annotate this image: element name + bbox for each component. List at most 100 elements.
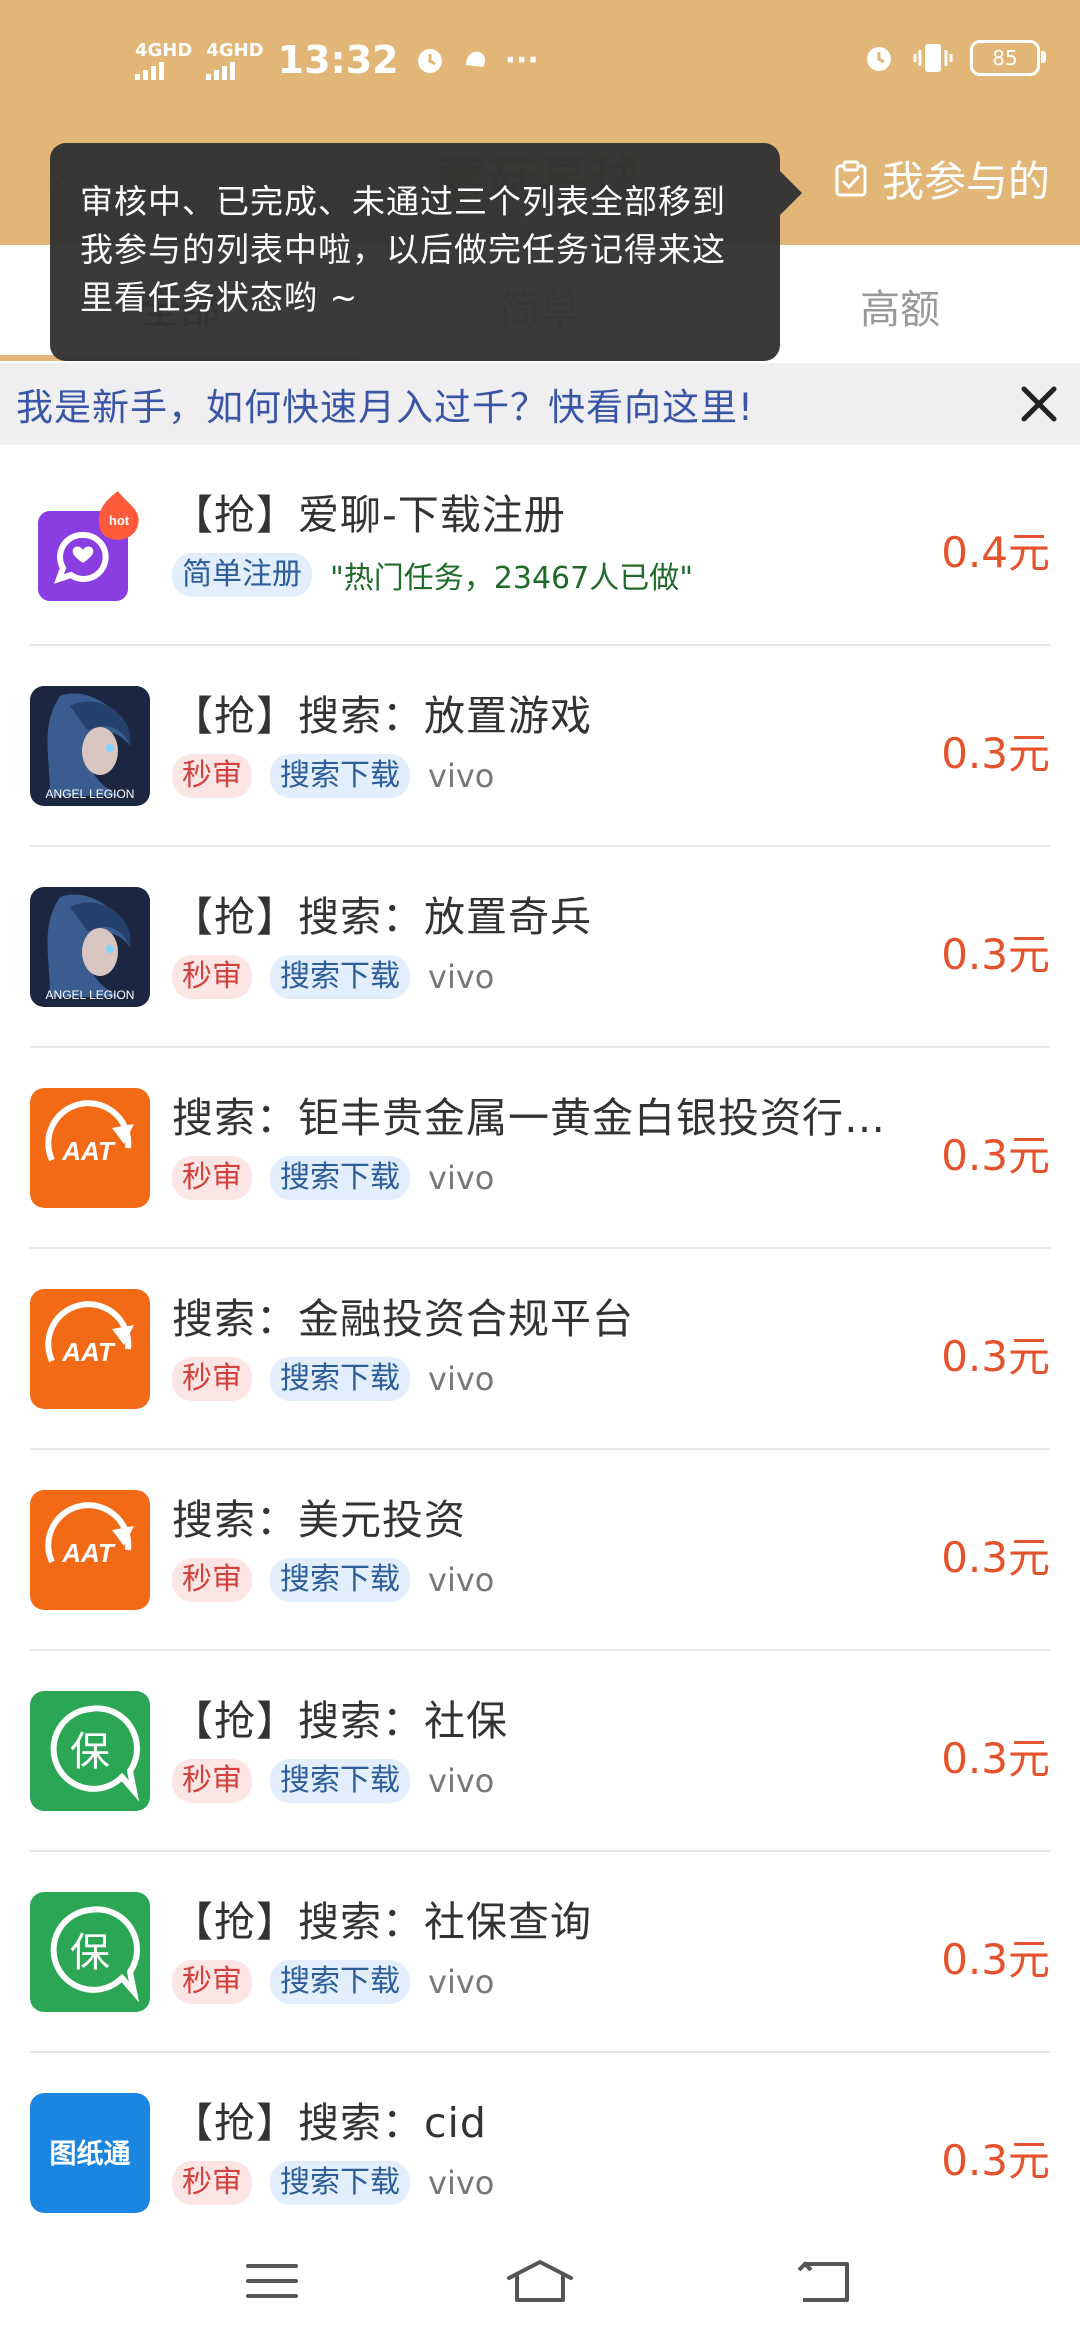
tag-search-download: 搜索下载 — [270, 1357, 410, 1401]
status-bar: 4GHD 4GHD 13:32 ··· 85 — [0, 0, 1080, 120]
icon-brand-text: AAT — [61, 1538, 116, 1568]
task-price: 0.3元 — [941, 1533, 1050, 1582]
icon-brand-text: AAT — [61, 1337, 116, 1367]
system-nav-bar — [0, 2220, 1080, 2340]
my-participation-button[interactable]: 我参与的 — [832, 148, 1050, 209]
tag-instant-review: 秒审 — [172, 754, 252, 798]
tag-search-download: 搜索下载 — [270, 1960, 410, 2004]
chat-app-icon: hot — [30, 485, 150, 605]
alarm-icon — [867, 47, 891, 71]
tag-instant-review: 秒审 — [172, 1357, 252, 1401]
tag-search-download: 搜索下载 — [270, 955, 410, 999]
task-title: 【抢】搜索：放置奇兵 — [172, 893, 592, 941]
task-tags: 秒审 搜索下载 vivo — [172, 1156, 494, 1200]
tag-instant-review: 秒审 — [172, 1960, 252, 2004]
task-item[interactable]: hot 【抢】爱聊-下载注册 简单注册 "热门任务，23467人已做" 0.4元 — [30, 445, 1050, 646]
task-title: 搜索：钜丰贵金属一黄金白银投资行… — [172, 1094, 886, 1142]
tooltip: 审核中、已完成、未通过三个列表全部移到我参与的列表中啦，以后做完任务记得来这里看… — [50, 143, 802, 361]
task-item[interactable]: AAT 搜索：金融投资合规平台 秒审 搜索下载 vivo 0.3元 — [30, 1249, 1050, 1450]
task-item[interactable]: AAT 搜索：钜丰贵金属一黄金白银投资行… 秒审 搜索下载 vivo 0.3元 — [30, 1048, 1050, 1249]
alarm-icon — [417, 49, 442, 73]
tag-search-download: 搜索下载 — [270, 754, 410, 798]
task-item[interactable]: 保 【抢】搜索：社保查询 秒审 搜索下载 vivo 0.3元 — [30, 1852, 1050, 2053]
tag-platform: vivo — [428, 2164, 495, 2202]
aat-icon: AAT — [30, 1289, 150, 1409]
task-price: 0.3元 — [941, 1131, 1050, 1180]
task-price: 0.3元 — [941, 1332, 1050, 1381]
vibrate-icon — [913, 44, 953, 72]
task-title: 【抢】爱聊-下载注册 — [172, 491, 566, 539]
task-item[interactable]: 保 【抢】搜索：社保 秒审 搜索下载 vivo 0.3元 — [30, 1651, 1050, 1852]
tag-search-download: 搜索下载 — [270, 1558, 410, 1602]
status-left: 4GHD 4GHD 13:32 ··· — [135, 38, 539, 82]
tag-search-download: 搜索下载 — [270, 1759, 410, 1803]
tag-instant-review: 秒审 — [172, 1156, 252, 1200]
icon-brand-text: 保 — [70, 1930, 110, 1976]
tag-instant-review: 秒审 — [172, 1759, 252, 1803]
task-title: 【抢】搜索：社保 — [172, 1697, 508, 1745]
aat-icon: AAT — [30, 1490, 150, 1610]
newbie-banner[interactable]: 我是新手，如何快速月入过千？快看向这里! — [0, 363, 1080, 445]
task-item[interactable]: ANGEL LEGION 【抢】搜索：放置奇兵 秒审 搜索下载 vivo 0.3… — [30, 847, 1050, 1048]
notification-icon — [465, 51, 485, 67]
tag-search-download: 搜索下载 — [270, 1156, 410, 1200]
task-tags: 秒审 搜索下载 vivo — [172, 2161, 494, 2205]
task-price: 0.3元 — [941, 1935, 1050, 1984]
tag-platform: vivo — [428, 1360, 495, 1398]
hot-badge: hot — [109, 513, 130, 528]
task-title: 搜索：金融投资合规平台 — [172, 1295, 634, 1343]
task-list: hot 【抢】爱聊-下载注册 简单注册 "热门任务，23467人已做" 0.4元… — [0, 445, 1080, 2252]
menu-icon[interactable] — [242, 2256, 302, 2306]
shebao-icon: 保 — [30, 1691, 150, 1811]
task-price: 0.3元 — [941, 1734, 1050, 1783]
banner-text[interactable]: 我是新手，如何快速月入过千？快看向这里! — [16, 377, 754, 431]
tag-platform: vivo — [428, 1561, 495, 1599]
signal-label: 4GHD — [135, 40, 193, 61]
tag-platform: vivo — [428, 757, 495, 795]
angel-legion-icon: ANGEL LEGION — [30, 887, 150, 1007]
task-title: 【抢】搜索：放置游戏 — [172, 692, 592, 740]
tag-platform: vivo — [428, 1762, 495, 1800]
icon-brand-text: ANGEL LEGION — [46, 787, 135, 801]
task-price: 0.3元 — [941, 729, 1050, 778]
task-title: 【抢】搜索：社保查询 — [172, 1898, 592, 1946]
signal-label: 4GHD — [206, 40, 264, 61]
task-price: 0.3元 — [941, 930, 1050, 979]
tag-platform: vivo — [428, 1963, 495, 2001]
more-icon: ··· — [504, 42, 539, 78]
task-tags: 简单注册 "热门任务，23467人已做" — [172, 553, 693, 597]
tag-platform: vivo — [428, 1159, 495, 1197]
task-popularity: "热门任务，23467人已做" — [330, 561, 694, 596]
battery-icon: 85 — [970, 40, 1046, 76]
back-nav-icon[interactable] — [795, 2256, 855, 2306]
task-tags: 秒审 搜索下载 vivo — [172, 1759, 494, 1803]
tooltip-text: 审核中、已完成、未通过三个列表全部移到我参与的列表中啦，以后做完任务记得来这里看… — [80, 182, 726, 317]
battery-level: 85 — [992, 46, 1018, 70]
close-icon[interactable] — [1016, 381, 1062, 427]
tag-simple-register: 简单注册 — [172, 553, 312, 597]
task-price: 0.4元 — [941, 528, 1050, 577]
task-item[interactable]: ANGEL LEGION 【抢】搜索：放置游戏 秒审 搜索下载 vivo 0.3… — [30, 646, 1050, 847]
angel-legion-icon: ANGEL LEGION — [30, 686, 150, 806]
icon-brand-text: AAT — [61, 1136, 116, 1166]
clock: 13:32 — [277, 38, 399, 82]
icon-brand-text: ANGEL LEGION — [46, 988, 135, 1002]
my-participation-label: 我参与的 — [881, 157, 1050, 206]
clipboard-check-icon — [835, 160, 867, 196]
task-price: 0.3元 — [941, 2136, 1050, 2185]
tag-search-download: 搜索下载 — [270, 2161, 410, 2205]
shebao-icon: 保 — [30, 1892, 150, 2012]
icon-brand-text: 保 — [70, 1729, 110, 1775]
signal-icon: 4GHD — [135, 40, 193, 80]
task-tags: 秒审 搜索下载 vivo — [172, 1960, 494, 2004]
home-icon[interactable] — [505, 2256, 575, 2306]
signal-icon: 4GHD — [206, 40, 264, 80]
tag-platform: vivo — [428, 958, 495, 996]
task-item[interactable]: AAT 搜索：美元投资 秒审 搜索下载 vivo 0.3元 — [30, 1450, 1050, 1651]
icon-brand-text: 图纸通 — [50, 2138, 131, 2170]
tag-instant-review: 秒审 — [172, 955, 252, 999]
task-tags: 秒审 搜索下载 vivo — [172, 1558, 494, 1602]
status-right: 85 — [862, 40, 1046, 76]
tab-high-reward[interactable]: 高额 — [860, 277, 940, 335]
task-tags: 秒审 搜索下载 vivo — [172, 1357, 494, 1401]
